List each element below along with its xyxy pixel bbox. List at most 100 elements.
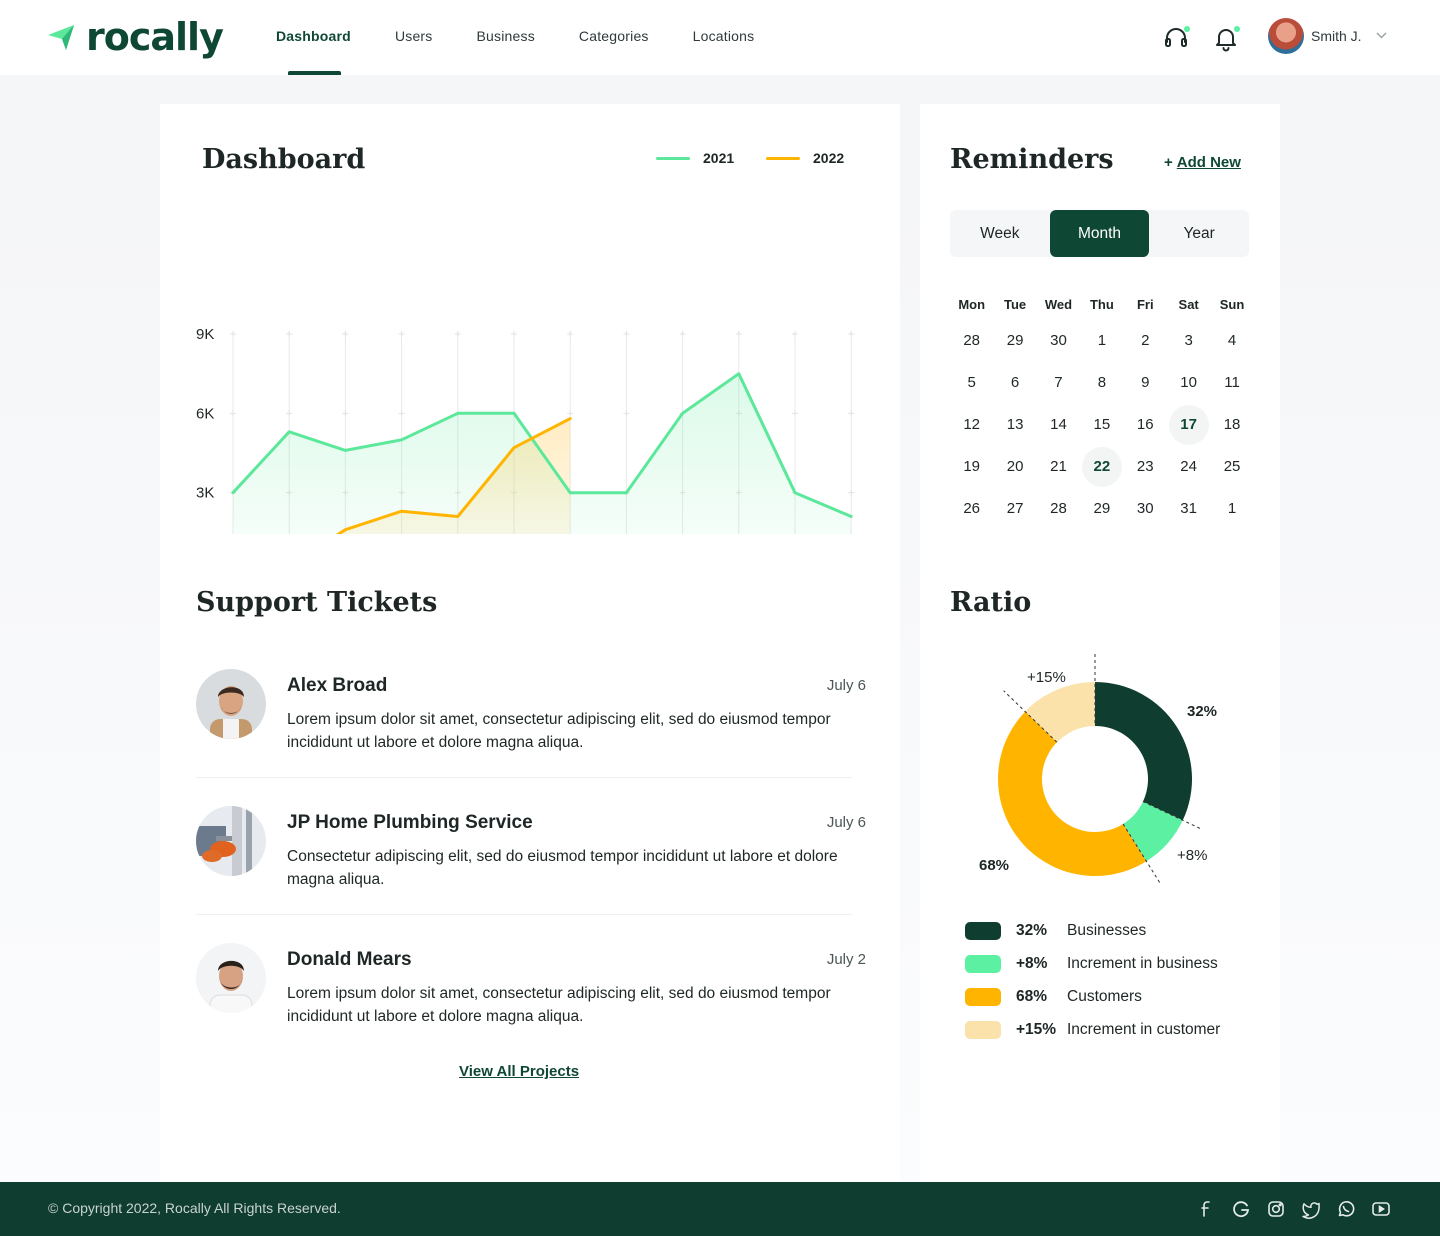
weekday-label: Fri (1136, 297, 1154, 312)
legend-label: Increment in business (1067, 954, 1218, 972)
calendar-day[interactable]: 17 (1167, 404, 1210, 446)
legend-swatch (965, 1020, 1001, 1039)
grid-tick (230, 331, 236, 337)
ratio-legend-item: 32% Businesses (965, 914, 1220, 947)
calendar-day[interactable]: 20 (993, 446, 1036, 488)
calendar-day[interactable]: 2 (1124, 320, 1167, 362)
youtube-icon[interactable] (1371, 1199, 1391, 1219)
ratio-legend-item: +15% Increment in customer (965, 1013, 1220, 1046)
grid-tick (735, 331, 742, 337)
calendar-day[interactable]: 26 (950, 488, 993, 530)
calendar-grid: 28 29 30 1 2 3 4 5 6 7 8 9 10 11 12 13 14 15 16 17 18 19 20 21 2… (950, 320, 1254, 530)
donut-value-label: 32% (1187, 703, 1217, 720)
bell-icon[interactable] (1212, 24, 1240, 52)
calendar-day[interactable]: 30 (1124, 488, 1167, 530)
calendar-day[interactable]: 9 (1124, 362, 1167, 404)
legend-swatch (965, 954, 1001, 973)
calendar-day[interactable]: 23 (1124, 446, 1167, 488)
calendar-day[interactable]: 28 (950, 320, 993, 362)
weekday-label: Wed (1044, 297, 1073, 312)
calendar-day[interactable]: 3 (1167, 320, 1210, 362)
y-tick-label: 6K (196, 405, 214, 422)
add-new-reminder-link[interactable]: + Add New (1164, 154, 1241, 171)
avatar (196, 669, 266, 739)
ticket-name: Alex Broad (287, 675, 388, 696)
legend-swatch (965, 987, 1001, 1006)
tab-year[interactable]: Year (1149, 210, 1249, 257)
paper-plane-logo-icon (48, 25, 74, 50)
calendar-day[interactable]: 11 (1210, 362, 1253, 404)
google-icon[interactable] (1231, 1199, 1251, 1219)
weekday-label: Thu (1089, 297, 1114, 312)
calendar-day[interactable]: 18 (1210, 404, 1253, 446)
calendar-day[interactable]: 28 (1037, 488, 1080, 530)
instagram-icon[interactable] (1266, 1199, 1286, 1219)
main-panel: Dashboard 2021 2022 JanFebMarAprMayJunJu… (160, 104, 900, 1182)
side-panel: Reminders + Add New Week Month Year Mon Tu… (920, 104, 1280, 1182)
calendar-day[interactable]: 25 (1210, 446, 1253, 488)
view-all-projects-link[interactable]: View All Projects (459, 1063, 579, 1080)
calendar-day[interactable]: 29 (1080, 488, 1123, 530)
nav-business[interactable]: Business (477, 0, 535, 75)
grid-tick (623, 410, 630, 417)
divider (196, 777, 852, 778)
donut-value-label: +8% (1177, 847, 1207, 864)
grid-tick (567, 410, 574, 417)
brand-logo[interactable]: rocally (48, 14, 224, 60)
nav-dashboard[interactable]: Dashboard (276, 0, 351, 75)
add-new-label: Add New (1176, 154, 1241, 171)
user-menu[interactable]: Smith J. (1268, 18, 1387, 54)
calendar-day[interactable]: 22 (1080, 446, 1123, 488)
ticket-item[interactable]: Donald Mears July 2 Lorem ipsum dolor si… (196, 943, 866, 1043)
calendar-day[interactable]: 7 (1037, 362, 1080, 404)
headset-icon[interactable] (1162, 24, 1190, 52)
legend-value: 32% (1016, 921, 1048, 939)
copyright-text: © Copyright 2022, Rocally All Rights Res… (48, 1200, 341, 1216)
legend-value: 68% (1016, 987, 1048, 1005)
calendar-day[interactable]: 14 (1037, 404, 1080, 446)
grid-tick (792, 410, 798, 417)
nav-users[interactable]: Users (395, 0, 433, 75)
calendar-day[interactable]: 4 (1210, 320, 1253, 362)
facebook-icon[interactable] (1197, 1199, 1217, 1219)
notification-dot (1184, 26, 1190, 32)
calendar-day[interactable]: 31 (1167, 488, 1210, 530)
calendar-week: 12 13 14 15 16 17 18 (950, 404, 1254, 446)
nav-locations[interactable]: Locations (693, 0, 755, 75)
whatsapp-icon[interactable] (1336, 1199, 1356, 1219)
dashboard-title: Dashboard (202, 144, 366, 175)
weekday-label: Tue (1004, 297, 1027, 312)
calendar-day[interactable]: 21 (1037, 446, 1080, 488)
grid-tick (342, 331, 349, 337)
calendar-day[interactable]: 5 (950, 362, 993, 404)
twitter-icon[interactable] (1301, 1199, 1321, 1219)
calendar-day[interactable]: 10 (1167, 362, 1210, 404)
legend-2022: 2022 (766, 150, 844, 166)
calendar-day[interactable]: 30 (1037, 320, 1080, 362)
calendar-day[interactable]: 16 (1124, 404, 1167, 446)
ticket-item[interactable]: JP Home Plumbing Service July 6 Consecte… (196, 806, 866, 906)
calendar-day[interactable]: 15 (1080, 404, 1123, 446)
tab-week[interactable]: Week (950, 210, 1050, 257)
tab-month[interactable]: Month (1049, 210, 1150, 257)
legend-label: Increment in customer (1067, 1020, 1221, 1038)
calendar-day[interactable]: 6 (993, 362, 1036, 404)
line-chart: JanFebMarAprMayJunJulAugSepOctNovDec9K6K… (196, 326, 855, 534)
legend-swatch (766, 156, 800, 160)
calendar-day[interactable]: 19 (950, 446, 993, 488)
calendar-day[interactable]: 12 (950, 404, 993, 446)
grid-tick (398, 331, 405, 337)
calendar-day[interactable]: 29 (993, 320, 1036, 362)
ticket-item[interactable]: Alex Broad July 6 Lorem ipsum dolor sit … (196, 669, 866, 769)
calendar-day[interactable]: 1 (1210, 488, 1253, 530)
calendar-day[interactable]: 24 (1167, 446, 1210, 488)
y-tick-label: 3K (196, 485, 214, 502)
calendar-day[interactable]: 13 (993, 404, 1036, 446)
nav-categories[interactable]: Categories (579, 0, 649, 75)
calendar-day[interactable]: 8 (1080, 362, 1123, 404)
calendar-week: 19 20 21 22 23 24 25 (950, 446, 1254, 488)
calendar-day[interactable]: 27 (993, 488, 1036, 530)
calendar-day[interactable]: 1 (1080, 320, 1123, 362)
grid-tick (848, 489, 855, 496)
brand-name: rocally (86, 15, 224, 59)
